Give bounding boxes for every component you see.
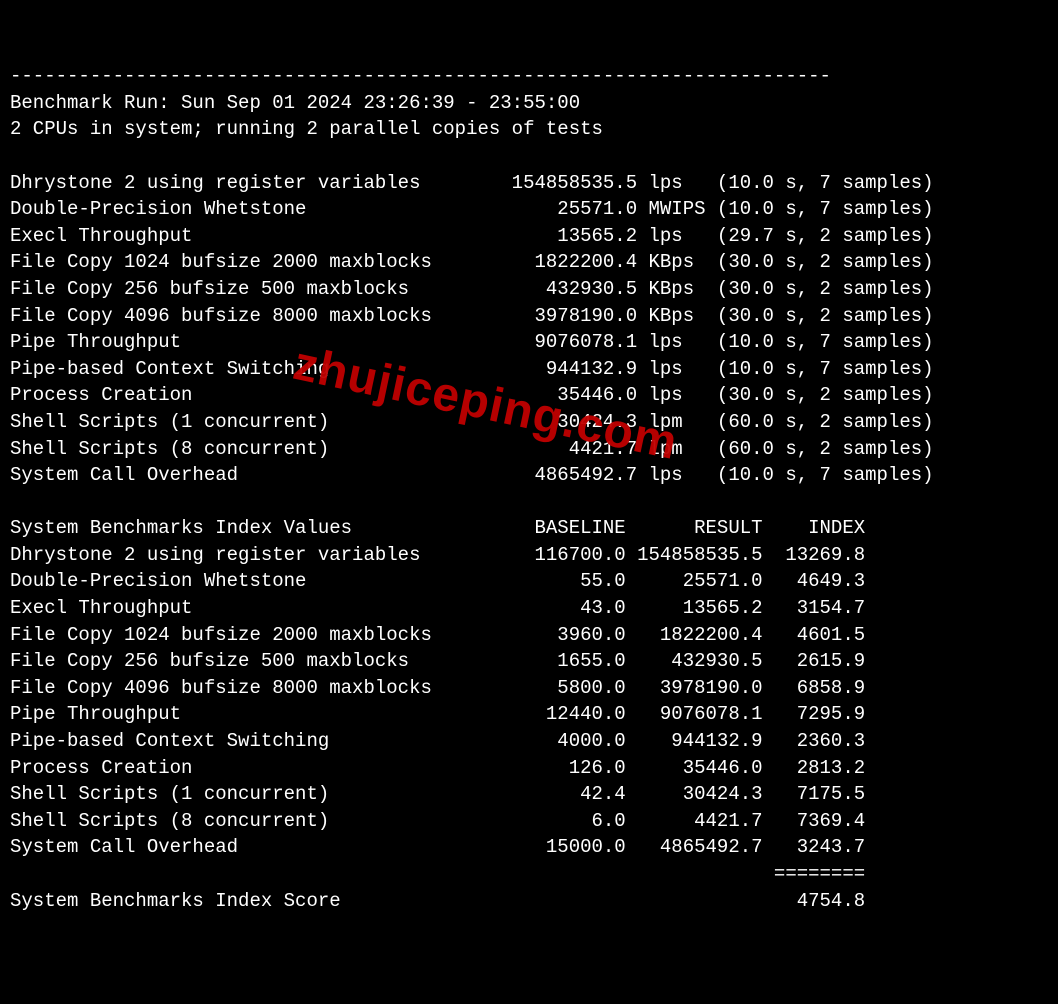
score-line: System Benchmarks Index Score 4754.8 — [10, 890, 865, 912]
run-line: Benchmark Run: Sun Sep 01 2024 23:26:39 … — [10, 92, 580, 114]
test-results-block: Dhrystone 2 using register variables 154… — [10, 170, 1048, 489]
score-separator: ======== — [10, 863, 865, 885]
separator-line: ----------------------------------------… — [10, 65, 831, 87]
cpu-line: 2 CPUs in system; running 2 parallel cop… — [10, 118, 603, 140]
index-table-block: System Benchmarks Index Values BASELINE … — [10, 515, 1048, 861]
